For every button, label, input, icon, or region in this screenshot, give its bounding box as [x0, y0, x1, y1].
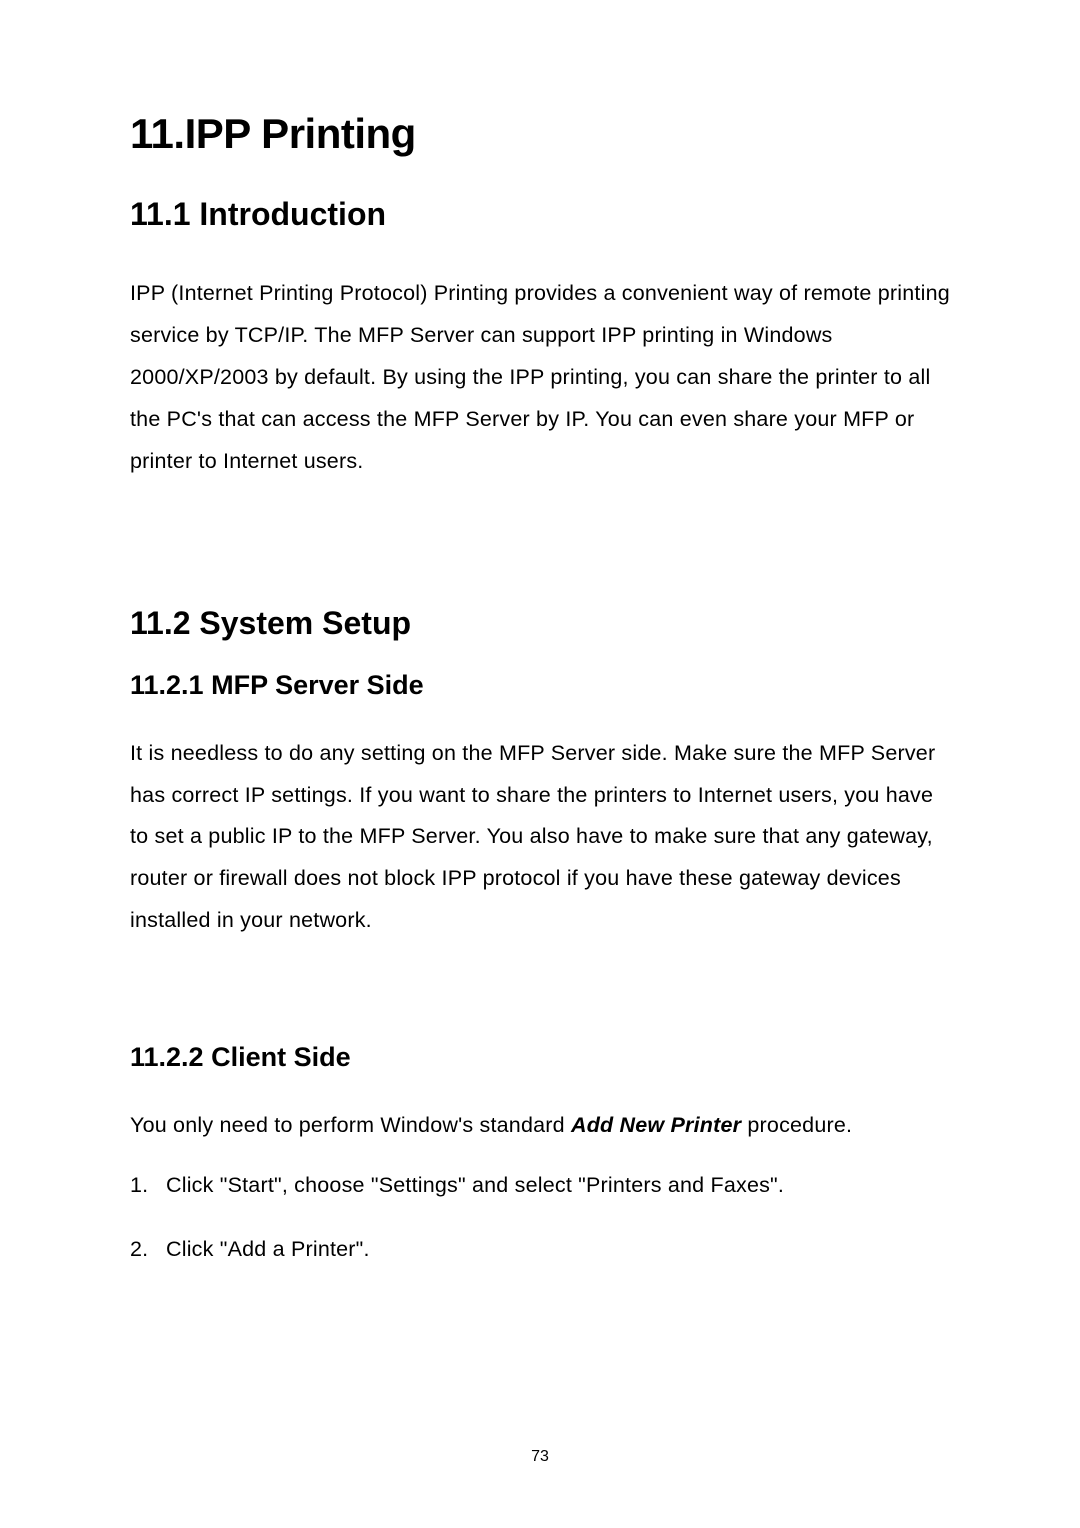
spacer [130, 545, 955, 605]
subsection-11-2-2-title: 11.2.2 Client Side [130, 1042, 955, 1073]
subsection-11-2-1-title: 11.2.1 MFP Server Side [130, 670, 955, 701]
step-1-text: Click "Start", choose "Settings" and sel… [166, 1173, 784, 1197]
subsection-11-2-2-intro: You only need to perform Window's standa… [130, 1105, 955, 1147]
section-11-1-title: 11.1 Introduction [130, 196, 955, 233]
page-number: 73 [0, 1448, 1080, 1466]
section-11-1-body: IPP (Internet Printing Protocol) Printin… [130, 273, 955, 483]
step-1: 1.Click "Start", choose "Settings" and s… [130, 1165, 955, 1207]
spacer [130, 994, 955, 1042]
step-2-text: Click "Add a Printer". [166, 1237, 370, 1261]
intro-suffix: procedure. [741, 1113, 852, 1137]
intro-prefix: You only need to perform Window's standa… [130, 1113, 571, 1137]
step-1-number: 1. [130, 1165, 166, 1207]
chapter-title: 11.IPP Printing [130, 110, 955, 158]
section-11-2-title: 11.2 System Setup [130, 605, 955, 642]
step-2-number: 2. [130, 1229, 166, 1271]
subsection-11-2-1-body: It is needless to do any setting on the … [130, 733, 955, 943]
intro-bold-term: Add New Printer [571, 1113, 741, 1137]
document-page: 11.IPP Printing 11.1 Introduction IPP (I… [0, 0, 1080, 1271]
step-2: 2.Click "Add a Printer". [130, 1229, 955, 1271]
